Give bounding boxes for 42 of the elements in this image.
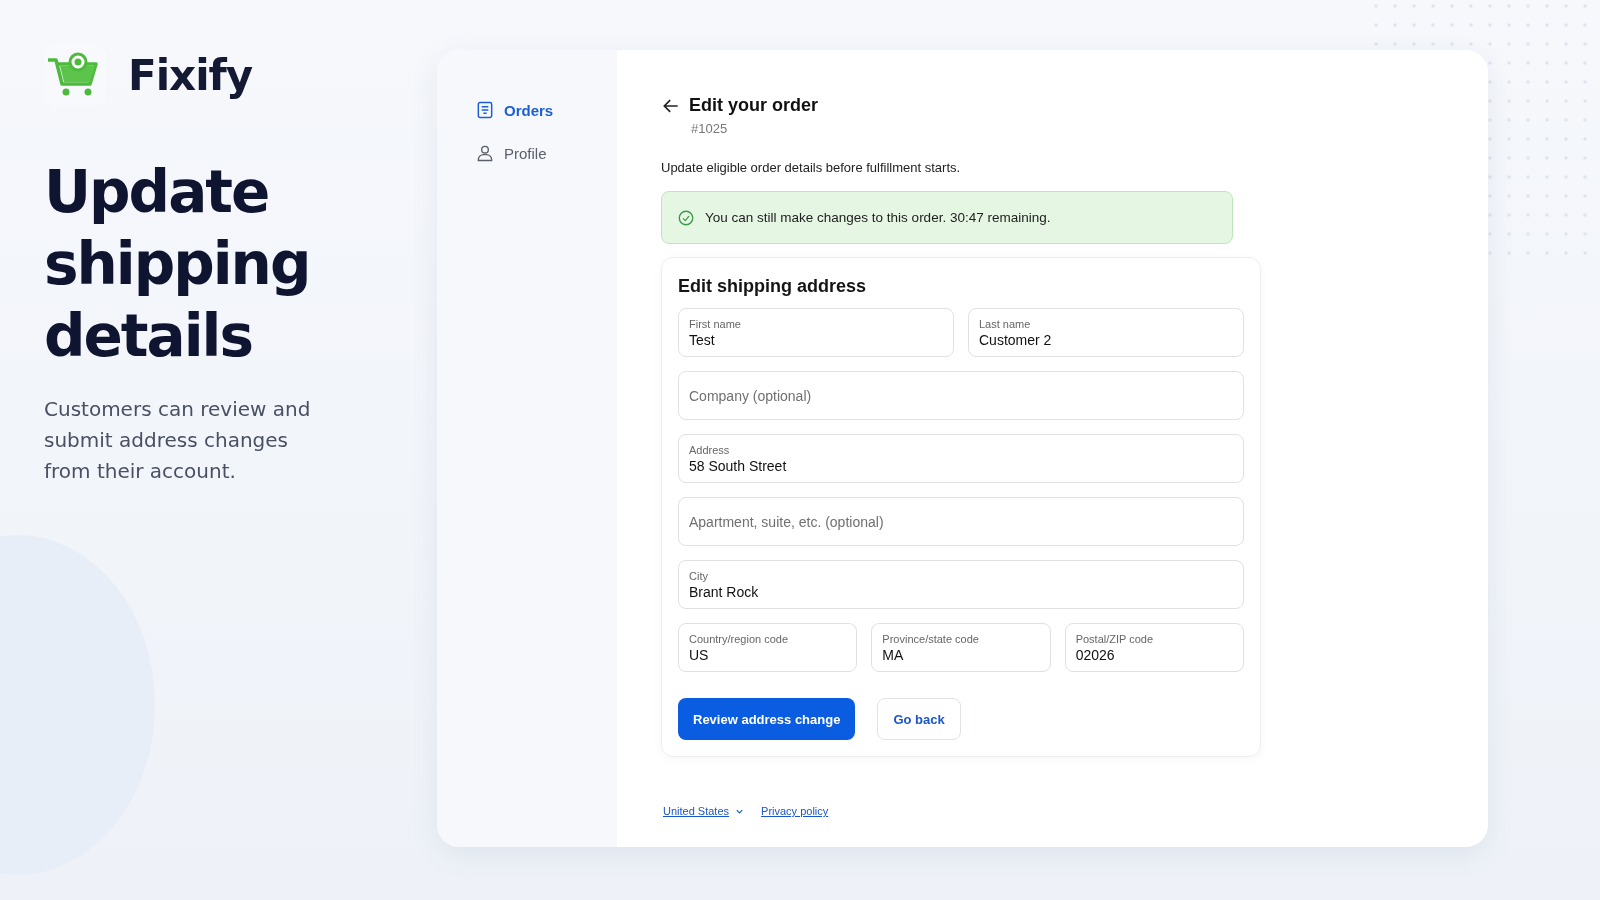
description: Customers can review and submit address changes from their account.: [44, 396, 312, 485]
field-label: Address: [689, 443, 731, 456]
text-field[interactable]: Country/region code US: [678, 623, 858, 672]
order-number: #1025: [691, 121, 729, 136]
headline: Update shipping details: [44, 157, 311, 372]
field-input[interactable]: Customer 2: [979, 331, 1233, 348]
text-field[interactable]: Province/state code MA: [871, 623, 1051, 672]
brand-name: Fixify: [128, 50, 253, 100]
back-button[interactable]: Go back: [877, 698, 961, 740]
field-input[interactable]: MA: [882, 646, 1040, 663]
submit-button[interactable]: Review address change: [678, 698, 856, 740]
text-field[interactable]: Apartment, suite, etc. (optional): [678, 497, 1244, 546]
field-label: City: [689, 569, 709, 582]
field-input[interactable]: Company (optional): [689, 387, 1233, 404]
text-field[interactable]: Postal/ZIP code 02026: [1064, 623, 1244, 672]
field-input[interactable]: Brant Rock: [689, 583, 1233, 600]
page-description: Update eligible order details before fulfillment starts.: [661, 160, 962, 175]
field-label: Postal/ZIP code: [1075, 632, 1155, 645]
sidebar-item[interactable]: Profile: [475, 143, 547, 163]
region-selector[interactable]: United States: [663, 805, 746, 817]
text-field[interactable]: Last name Customer 2: [968, 308, 1244, 357]
field-input[interactable]: Apartment, suite, etc. (optional): [689, 513, 1233, 530]
text-field[interactable]: Company (optional): [678, 371, 1244, 420]
field-label: First name: [689, 317, 742, 330]
field-input[interactable]: US: [689, 646, 847, 663]
sidebar-item[interactable]: Orders: [475, 100, 554, 120]
field-input[interactable]: 58 South Street: [689, 457, 1233, 474]
check-circle-icon: [677, 208, 695, 227]
text-field[interactable]: First name Test: [678, 308, 954, 357]
banner-text: You can still make changes to this order. 30:47 remaining.: [705, 210, 1051, 225]
field-input[interactable]: 02026: [1075, 646, 1233, 663]
section-title: Edit shipping address: [678, 276, 868, 297]
field-label: Country/region code: [689, 632, 790, 645]
page-title: Edit your order: [689, 95, 818, 116]
text-field[interactable]: City Brant Rock: [678, 560, 1244, 609]
field-input[interactable]: Test: [689, 331, 943, 348]
person-icon: [475, 143, 495, 163]
list-icon: [475, 100, 495, 120]
text-field[interactable]: Address 58 South Street: [678, 434, 1244, 483]
field-label: Province/state code: [882, 632, 980, 645]
field-label: Last name: [979, 317, 1032, 330]
footer-link[interactable]: Privacy policy: [761, 805, 829, 817]
